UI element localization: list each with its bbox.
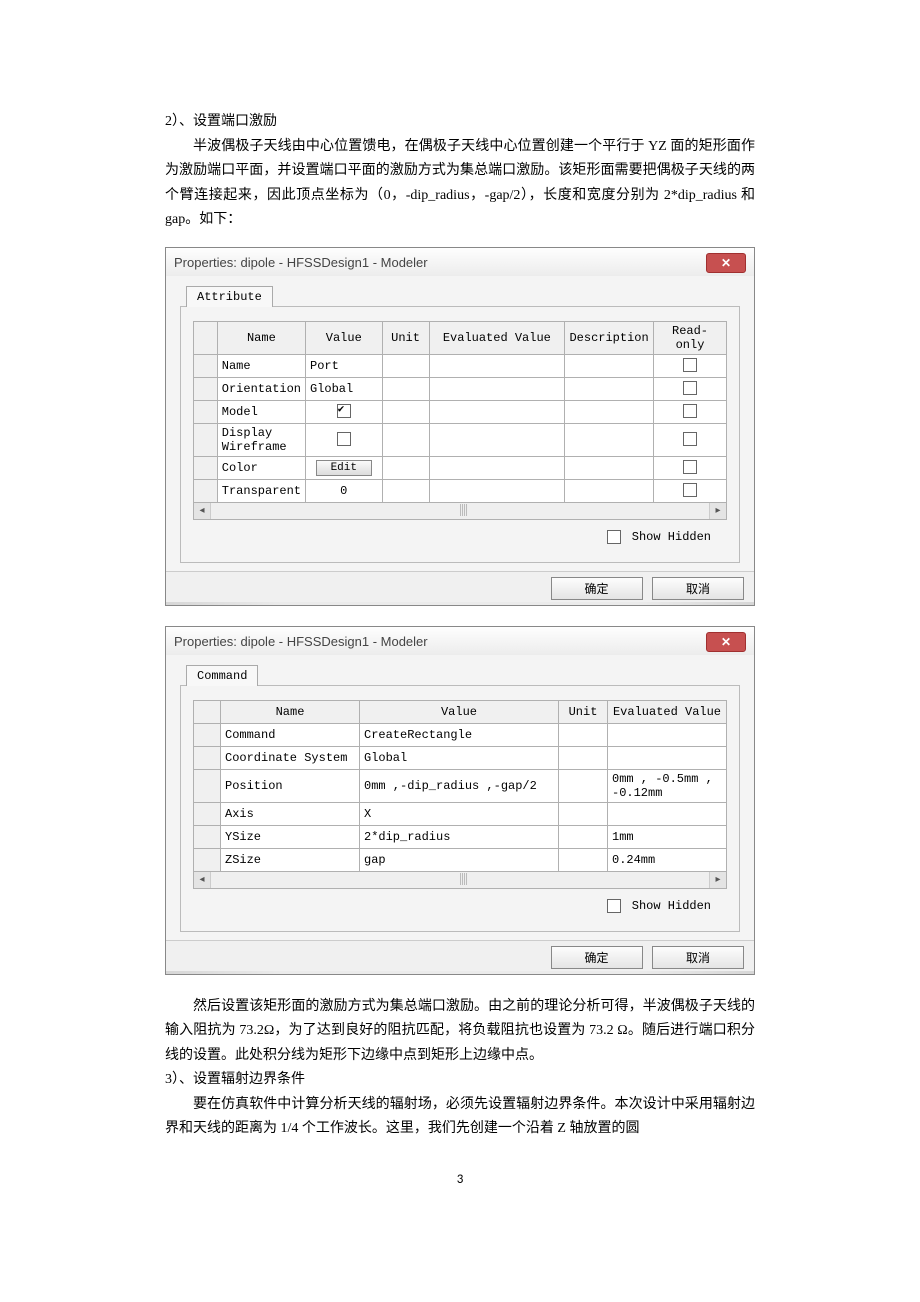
scroll-thumb[interactable]	[460, 873, 468, 885]
show-hidden-row: Show Hidden	[193, 520, 727, 552]
col-eval: Evaluated Value	[429, 321, 565, 354]
show-hidden-checkbox[interactable]	[607, 530, 621, 544]
scroll-right-icon[interactable]: ▸	[709, 503, 726, 519]
scroll-left-icon[interactable]: ◂	[194, 503, 211, 519]
edit-color-button[interactable]: Edit	[316, 460, 372, 476]
ok-button[interactable]: 确定	[551, 946, 643, 969]
table-row: Position0mm ,-dip_radius ,-gap/20mm , -0…	[194, 769, 727, 802]
table-row: YSize2*dip_radius1mm	[194, 825, 727, 848]
col-unit: Unit	[382, 321, 429, 354]
section-heading-2: 3）、设置辐射边界条件	[165, 1068, 755, 1093]
page-number: 3	[165, 1172, 755, 1187]
col-lead	[194, 700, 221, 723]
properties-dialog-command: Properties: dipole - HFSSDesign1 - Model…	[165, 626, 755, 975]
table-row: OrientationGlobal	[194, 377, 727, 400]
table-row: Model	[194, 400, 727, 423]
ok-button[interactable]: 确定	[551, 577, 643, 600]
cancel-button[interactable]: 取消	[652, 577, 744, 600]
readonly-checkbox[interactable]	[683, 358, 697, 372]
dialog-title: Properties: dipole - HFSSDesign1 - Model…	[174, 255, 706, 270]
col-name: Name	[217, 321, 305, 354]
table-row: NamePort	[194, 354, 727, 377]
readonly-checkbox[interactable]	[683, 483, 697, 497]
table-row: CommandCreateRectangle	[194, 723, 727, 746]
col-readonly: Read-only	[654, 321, 727, 354]
paragraph-1: 半波偶极子天线由中心位置馈电，在偶极子天线中心位置创建一个平行于 YZ 面的矩形…	[165, 135, 755, 233]
readonly-checkbox[interactable]	[683, 432, 697, 446]
tab-attribute[interactable]: Attribute	[186, 286, 273, 307]
properties-dialog-attribute: Properties: dipole - HFSSDesign1 - Model…	[165, 247, 755, 606]
col-eval: Evaluated Value	[608, 700, 727, 723]
col-unit: Unit	[559, 700, 608, 723]
col-lead	[194, 321, 218, 354]
horizontal-scrollbar[interactable]: ◂ ▸	[193, 503, 727, 520]
command-table: Name Value Unit Evaluated Value CommandC…	[193, 700, 727, 872]
show-hidden-checkbox[interactable]	[607, 899, 621, 913]
col-name: Name	[221, 700, 360, 723]
table-row: AxisX	[194, 802, 727, 825]
dialog-title: Properties: dipole - HFSSDesign1 - Model…	[174, 634, 706, 649]
readonly-checkbox[interactable]	[683, 404, 697, 418]
paragraph-3: 要在仿真软件中计算分析天线的辐射场，必须先设置辐射边界条件。本次设计中采用辐射边…	[165, 1093, 755, 1142]
wireframe-checkbox[interactable]	[337, 432, 351, 446]
col-value: Value	[306, 321, 383, 354]
attribute-table: Name Value Unit Evaluated Value Descript…	[193, 321, 727, 503]
col-value: Value	[360, 700, 559, 723]
show-hidden-row: Show Hidden	[193, 889, 727, 921]
col-desc: Description	[565, 321, 654, 354]
tab-command[interactable]: Command	[186, 665, 258, 686]
cancel-button[interactable]: 取消	[652, 946, 744, 969]
scroll-thumb[interactable]	[460, 504, 468, 516]
close-icon[interactable]: ✕	[706, 632, 746, 652]
table-row: Coordinate SystemGlobal	[194, 746, 727, 769]
readonly-checkbox[interactable]	[683, 460, 697, 474]
section-heading: 2）、设置端口激励	[165, 110, 755, 135]
table-row: ZSizegap0.24mm	[194, 848, 727, 871]
close-icon[interactable]: ✕	[706, 253, 746, 273]
scroll-right-icon[interactable]: ▸	[709, 872, 726, 888]
horizontal-scrollbar[interactable]: ◂ ▸	[193, 872, 727, 889]
table-row: Transparent0	[194, 479, 727, 502]
readonly-checkbox[interactable]	[683, 381, 697, 395]
model-checkbox[interactable]	[337, 404, 351, 418]
table-row: Display Wireframe	[194, 423, 727, 456]
table-row: ColorEdit	[194, 456, 727, 479]
scroll-left-icon[interactable]: ◂	[194, 872, 211, 888]
paragraph-2: 然后设置该矩形面的激励方式为集总端口激励。由之前的理论分析可得，半波偶极子天线的…	[165, 995, 755, 1069]
